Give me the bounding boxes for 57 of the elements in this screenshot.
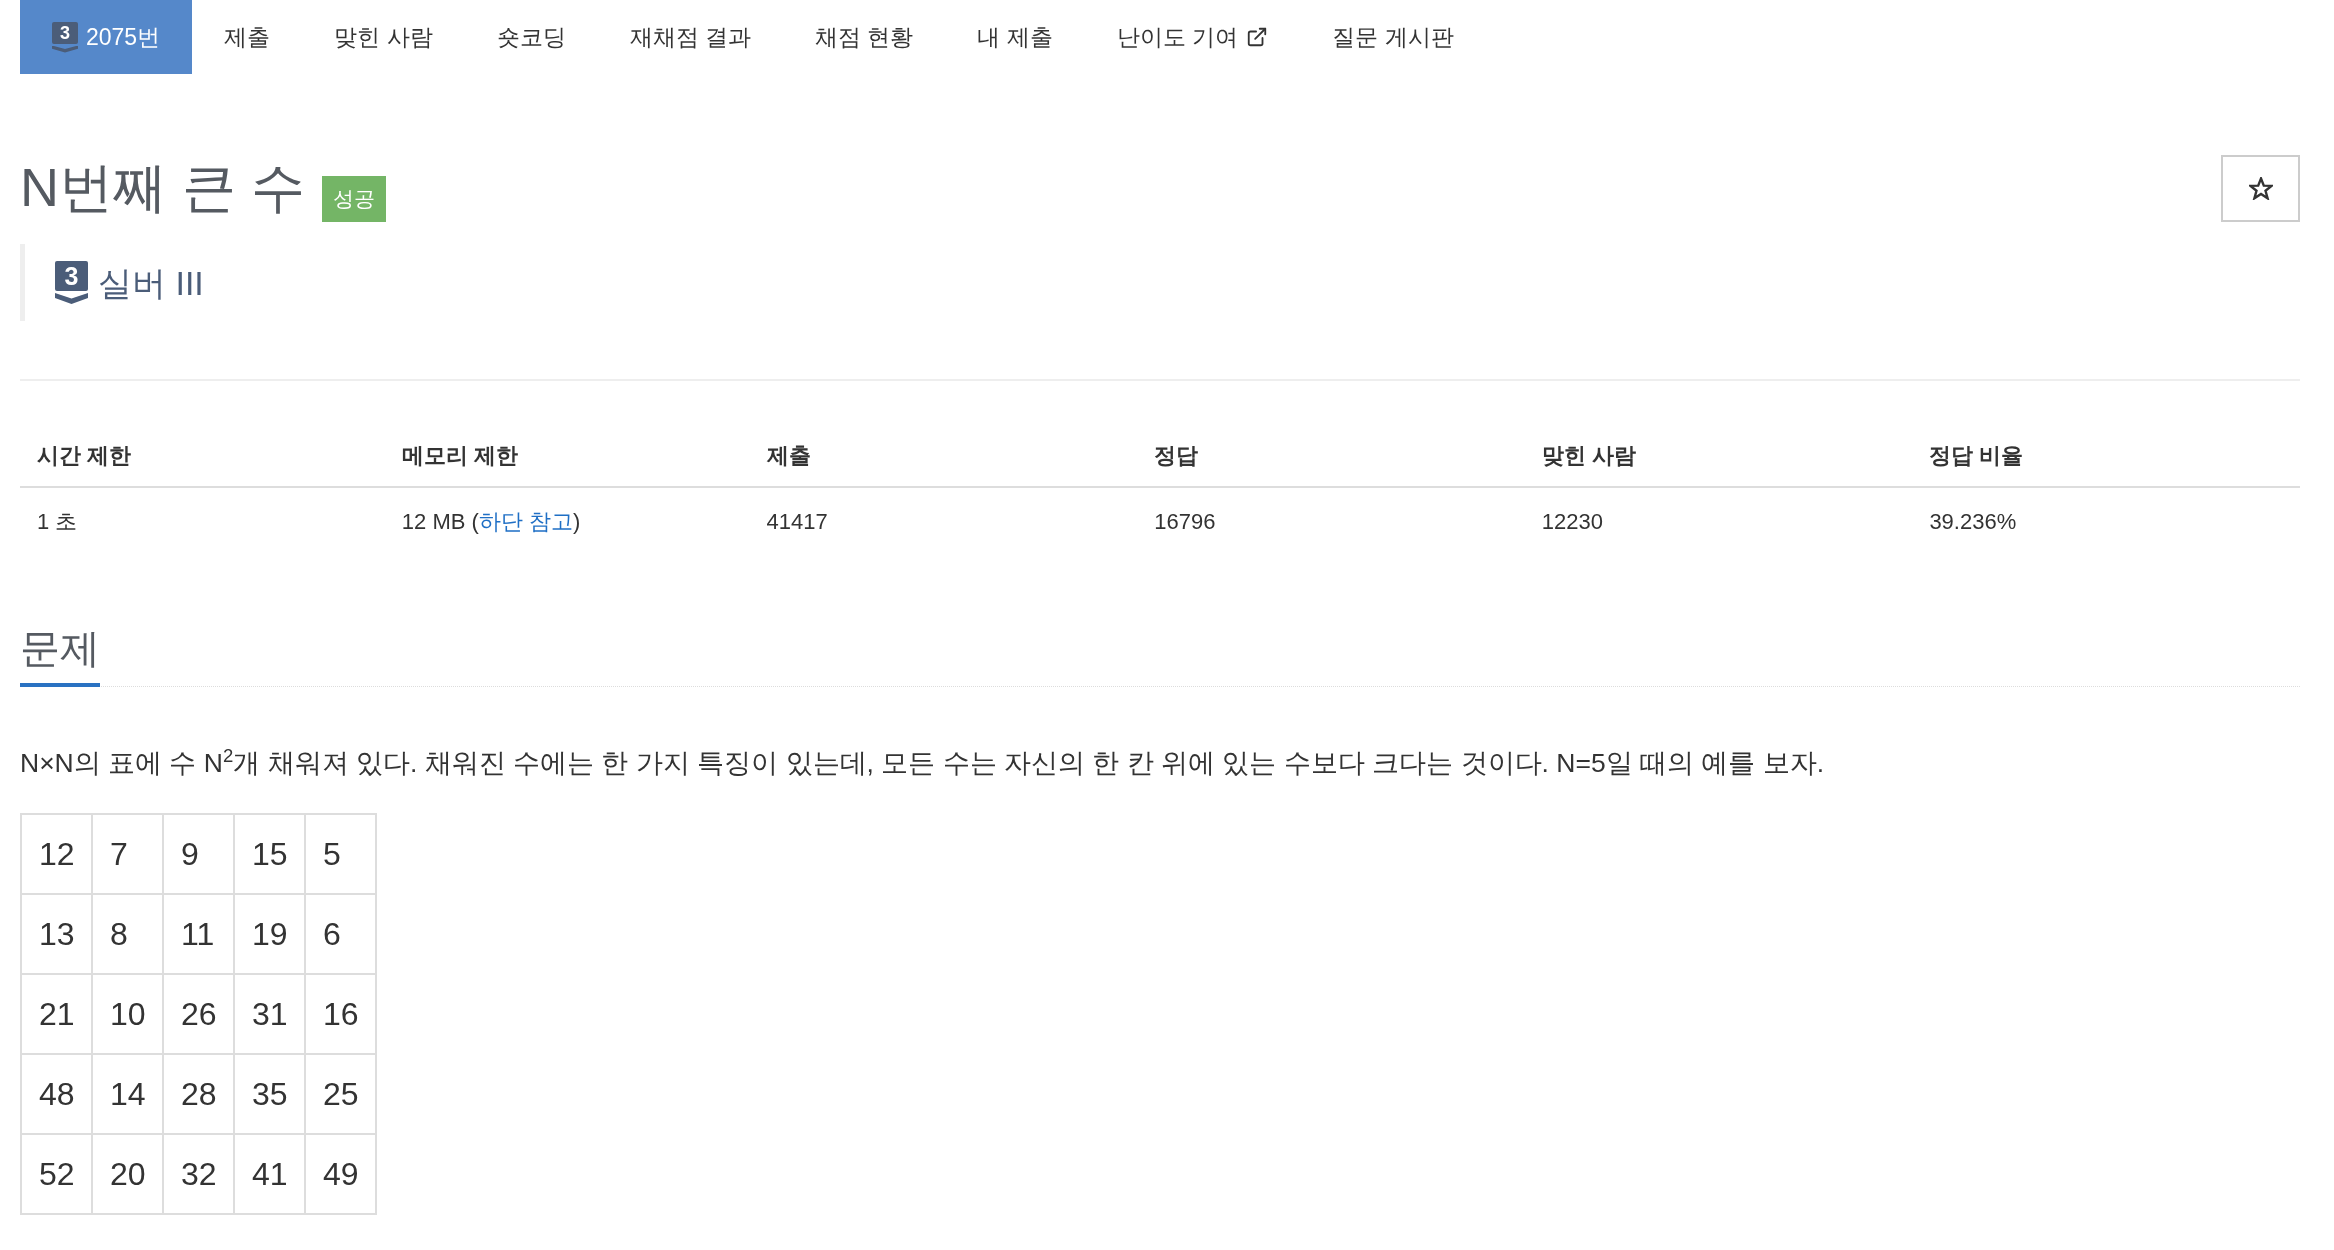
table-cell: 12 MB (하단 참고) [384, 487, 750, 555]
table-cell: 41417 [749, 487, 1138, 555]
result-label: 성공 [322, 176, 386, 222]
problem-text: N×N의 표에 수 N$^{2}$개 채워져 있다. 채워진 수에는 한 가지 특징이 있는데, 모든 수는 자신의 한 칸 위에 있는 수보다 크다는 것이다. N=5일 때의 예를 보자. [20, 744, 1826, 780]
grid-cell: 13 [21, 894, 92, 974]
grid-cell: 20 [92, 1134, 163, 1214]
grid-cell: 11 [163, 894, 234, 974]
column-header: 제출 [749, 419, 1138, 487]
grid-cell: 10 [92, 974, 163, 1054]
nav-tab[interactable]: 채점 현황 [782, 0, 946, 74]
grid-cell: 28 [163, 1054, 234, 1134]
grid-cell: 6 [305, 894, 376, 974]
nav-tab[interactable]: 맞힌 사람 [302, 0, 465, 74]
nav-tab[interactable]: 재채점 결과 [597, 0, 783, 74]
external-link-icon [1246, 26, 1269, 48]
table-cell: 1 초 [20, 487, 385, 555]
grid-cell: 26 [163, 974, 234, 1054]
grid-cell: 9 [163, 814, 234, 894]
column-header: 정답 [1137, 419, 1525, 487]
table-cell: 12230 [1524, 487, 1913, 555]
problem-title: N번째 큰 수 [20, 156, 305, 219]
nav-tab[interactable]: 제출 [192, 0, 303, 74]
column-header: 정답 비율 [1912, 419, 2300, 487]
table-cell: 16796 [1137, 487, 1525, 555]
section-heading: 문제 [20, 623, 100, 687]
grid-cell: 16 [305, 974, 376, 1054]
column-header: 메모리 제한 [384, 419, 750, 487]
column-header: 맞힌 사람 [1524, 419, 1913, 487]
nav-tab[interactable]: 난이도 기여 [1084, 0, 1301, 74]
grid-cell: 15 [234, 814, 305, 894]
grid-cell: 7 [92, 814, 163, 894]
grid-cell: 41 [234, 1134, 305, 1214]
table-cell: 39.236% [1912, 487, 2300, 555]
tier-badge: 3 [55, 261, 88, 304]
grid-cell: 12 [21, 814, 92, 894]
nav-tab[interactable]: 내 제출 [945, 0, 1085, 74]
nav-tab[interactable]: 질문 게시판 [1300, 0, 1486, 74]
nav-tab[interactable]: 3 2075번 [20, 0, 193, 74]
column-header: 시간 제한 [20, 419, 385, 487]
nav-tab[interactable]: 숏코딩 [464, 0, 598, 74]
grid-cell: 35 [234, 1054, 305, 1134]
grid-cell: 5 [305, 814, 376, 894]
grid-cell: 19 [234, 894, 305, 974]
grid-cell: 48 [21, 1054, 92, 1134]
grid-cell: 49 [305, 1134, 376, 1214]
reference-link[interactable]: 하단 참고 [478, 509, 573, 534]
grid-cell: 25 [305, 1054, 376, 1134]
grid-cell: 32 [163, 1134, 234, 1214]
grid-cell: 21 [21, 974, 92, 1054]
grid-cell: 8 [92, 894, 163, 974]
grid-cell: 31 [234, 974, 305, 1054]
grid-cell: 14 [92, 1054, 163, 1134]
tier-label: 실버 III [98, 262, 204, 304]
tier-badge: 3 [52, 21, 78, 53]
grid-cell: 52 [21, 1134, 92, 1214]
star-icon [2248, 176, 2273, 200]
bookmark-button[interactable] [2221, 154, 2300, 222]
